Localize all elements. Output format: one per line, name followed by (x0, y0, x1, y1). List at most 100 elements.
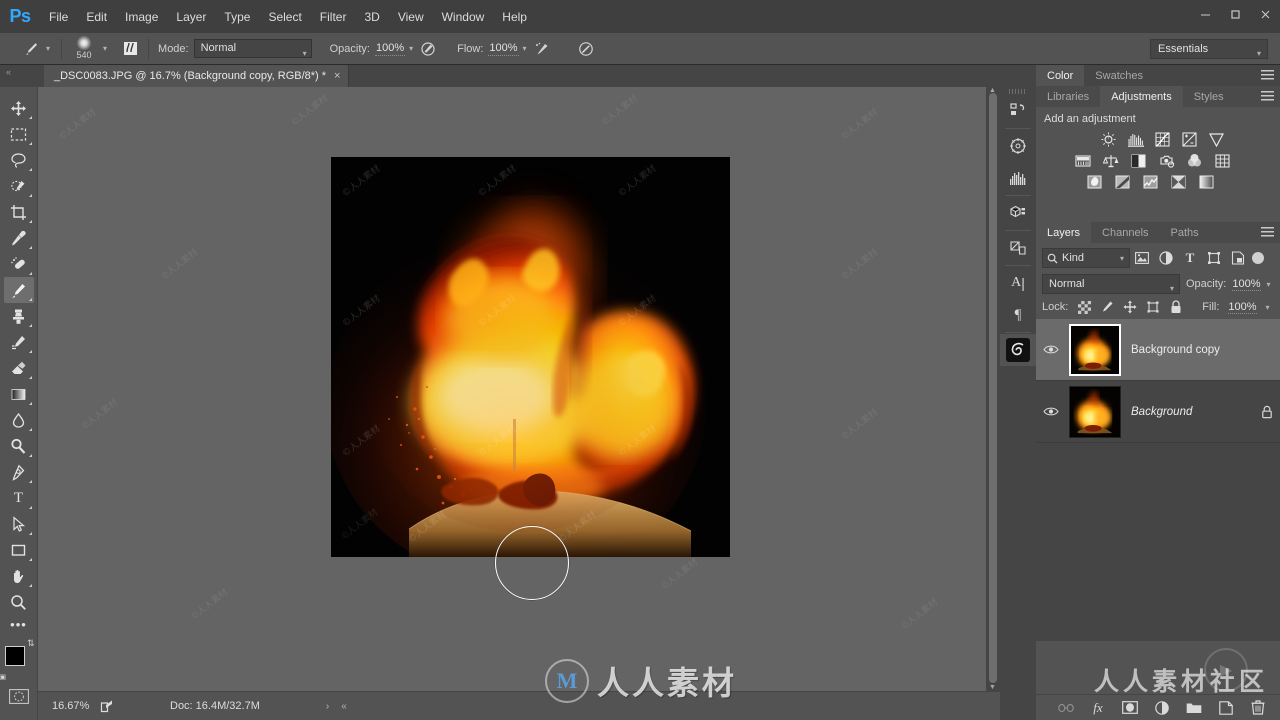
foreground-color-swatch[interactable] (4, 646, 25, 666)
layer-blend-mode-select[interactable]: Normal ▾ (1042, 274, 1180, 294)
pressure-size-icon[interactable] (575, 38, 597, 60)
clone-stamp-tool[interactable] (4, 303, 34, 329)
collapse-dock-left-icon[interactable]: « (6, 67, 11, 77)
zoom-tool[interactable] (4, 589, 34, 615)
history-panel-icon[interactable] (1000, 95, 1036, 127)
canvas-area[interactable]: ©人人素材 ©人人素材 ©人人素材 ©人人素材 ©人人素材 ©人人素材 ©人人素… (38, 87, 1000, 691)
layer-name[interactable]: Background copy (1123, 344, 1280, 356)
levels-icon[interactable] (1127, 131, 1144, 148)
tab-adjustments[interactable]: Adjustments (1100, 86, 1183, 107)
new-adjustment-layer-icon[interactable] (1154, 700, 1170, 716)
rectangle-tool[interactable] (4, 537, 34, 563)
gradient-map-icon[interactable] (1198, 173, 1215, 190)
blur-tool[interactable] (4, 407, 34, 433)
layer-row-background-copy[interactable]: Background copy (1036, 319, 1280, 381)
blend-mode-select[interactable]: Normal ▾ (193, 39, 312, 58)
crop-tool[interactable] (4, 199, 34, 225)
horizontal-type-tool[interactable]: T (4, 485, 34, 511)
brush-preset-preview[interactable]: 540 (69, 35, 99, 63)
fill-chevron-icon[interactable]: ▾ (1266, 303, 1270, 312)
brush-tool[interactable] (3, 277, 34, 303)
minimize-button[interactable] (1190, 3, 1220, 25)
brightness-contrast-icon[interactable] (1100, 131, 1117, 148)
layer-name[interactable]: Background (1123, 406, 1254, 418)
lock-all-icon[interactable] (1169, 300, 1183, 314)
tab-styles[interactable]: Styles (1183, 86, 1235, 107)
hue-saturation-icon[interactable] (1074, 152, 1091, 169)
tab-swatches[interactable]: Swatches (1084, 65, 1154, 86)
tab-channels[interactable]: Channels (1091, 222, 1159, 243)
menu-filter[interactable]: Filter (311, 6, 356, 28)
character-panel-icon[interactable]: A | (1000, 267, 1036, 299)
move-tool[interactable] (4, 95, 34, 121)
tab-libraries[interactable]: Libraries (1036, 86, 1100, 107)
panel-menu-icon[interactable] (1261, 70, 1274, 81)
scroll-down-icon[interactable]: ▼ (989, 684, 996, 691)
default-colors-icon[interactable]: ▣ (0, 673, 6, 681)
new-layer-icon[interactable] (1218, 700, 1234, 716)
menu-window[interactable]: Window (433, 6, 494, 28)
spot-healing-brush-tool[interactable] (4, 251, 34, 277)
adjustment-layer-filter-icon[interactable] (1154, 248, 1178, 268)
channel-mixer-icon[interactable] (1186, 152, 1203, 169)
exposure-icon[interactable] (1181, 131, 1198, 148)
menu-view[interactable]: View (389, 6, 433, 28)
smart-object-filter-icon[interactable] (1226, 248, 1250, 268)
menu-edit[interactable]: Edit (77, 6, 116, 28)
history-brush-tool[interactable] (4, 329, 34, 355)
color-lookup-icon[interactable] (1214, 152, 1231, 169)
3d-panel-icon[interactable] (1000, 197, 1036, 229)
lock-artboard-nesting-icon[interactable] (1146, 300, 1160, 314)
layer-opacity-value[interactable]: 100% (1232, 278, 1261, 291)
filter-enable-toggle[interactable] (1252, 252, 1264, 264)
tab-paths[interactable]: Paths (1160, 222, 1210, 243)
fill-value[interactable]: 100% (1228, 301, 1257, 314)
airbrush-icon[interactable] (531, 38, 553, 60)
layer-thumbnail-wrap[interactable] (1066, 323, 1123, 376)
eyedropper-tool[interactable] (4, 225, 34, 251)
mini-bridge-panel-icon[interactable] (1000, 334, 1036, 366)
path-selection-tool[interactable] (4, 511, 34, 537)
dodge-tool[interactable] (4, 433, 34, 459)
opacity-chevron-icon[interactable]: ▾ (1267, 280, 1271, 289)
swap-colors-icon[interactable]: ⇅ (27, 638, 35, 649)
layer-row-background[interactable]: Background (1036, 381, 1280, 443)
invert-icon[interactable] (1086, 173, 1103, 190)
brush-tool-icon[interactable] (20, 38, 42, 60)
flow-value[interactable]: 100% (488, 42, 519, 56)
brush-tool-preset-chevron-icon[interactable]: ▾ (42, 44, 54, 53)
layer-thumbnail-wrap[interactable] (1066, 385, 1123, 438)
link-layers-icon[interactable] (1058, 700, 1074, 716)
menu-type[interactable]: Type (215, 6, 259, 28)
gradient-tool[interactable] (4, 381, 34, 407)
properties-panel-icon[interactable] (1000, 232, 1036, 264)
brush-settings-panel-icon[interactable] (119, 38, 141, 60)
add-layer-style-icon[interactable]: fx (1090, 700, 1106, 716)
menu-image[interactable]: Image (116, 6, 167, 28)
add-layer-mask-icon[interactable] (1122, 700, 1138, 716)
workspace-switcher[interactable]: Essentials ▾ (1150, 39, 1268, 59)
opacity-chevron-icon[interactable]: ▾ (405, 44, 417, 53)
tab-color[interactable]: Color (1036, 65, 1085, 86)
curves-icon[interactable] (1154, 131, 1171, 148)
menu-3d[interactable]: 3D (355, 6, 388, 28)
close-icon[interactable]: × (334, 70, 340, 82)
shape-layer-filter-icon[interactable] (1202, 248, 1226, 268)
status-expand-arrow-icon[interactable]: › (326, 701, 329, 712)
lasso-tool[interactable] (4, 147, 34, 173)
share-icon[interactable] (100, 699, 122, 713)
paragraph-panel-icon[interactable]: ¶ (1000, 299, 1036, 331)
quick-mask-button[interactable] (8, 687, 30, 705)
selective-color-icon[interactable] (1170, 173, 1187, 190)
maximize-button[interactable] (1220, 3, 1250, 25)
threshold-icon[interactable] (1142, 173, 1159, 190)
quick-selection-tool[interactable] (4, 173, 34, 199)
brush-picker-chevron-icon[interactable]: ▾ (99, 44, 111, 53)
panel-menu-icon[interactable] (1261, 227, 1274, 238)
new-group-icon[interactable] (1186, 700, 1202, 716)
dock-grip[interactable] (1009, 89, 1027, 94)
delete-layer-icon[interactable] (1250, 700, 1266, 716)
menu-select[interactable]: Select (259, 6, 310, 28)
type-layer-filter-icon[interactable]: T (1178, 248, 1202, 268)
histogram-panel-icon[interactable] (1000, 162, 1036, 194)
